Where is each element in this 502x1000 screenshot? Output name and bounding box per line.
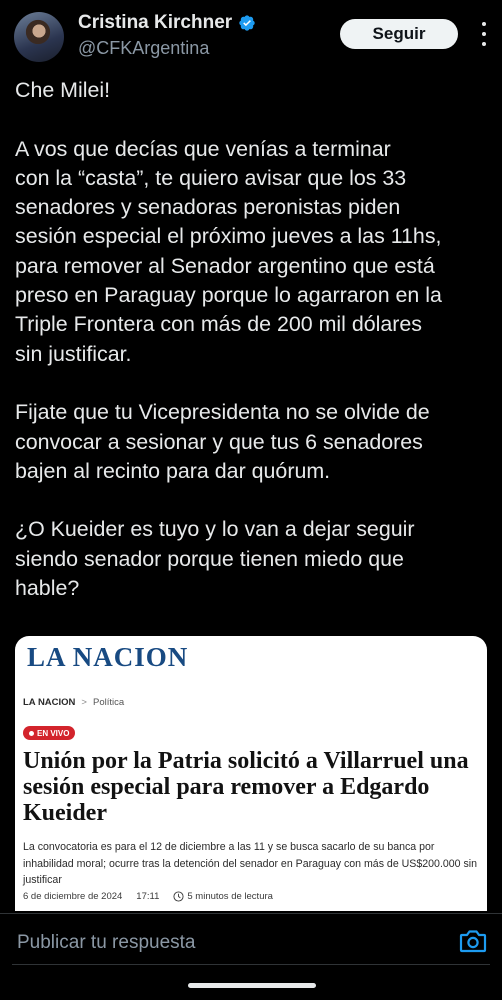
- tweet-paragraph: Che Milei!: [15, 78, 111, 102]
- breadcrumb-section: Política: [92, 697, 125, 708]
- live-badge: EN VIVO: [23, 726, 76, 740]
- article-time: 17:11: [136, 891, 160, 902]
- divider: [12, 964, 490, 965]
- reading-time-label: 5 minutos de lectura: [187, 891, 273, 902]
- follow-button[interactable]: Seguir: [340, 19, 458, 49]
- author-handle[interactable]: @CFKArgentina: [78, 38, 209, 59]
- breadcrumb-root: LA NACION: [23, 697, 76, 708]
- reading-time: 5 minutos de lectura: [173, 891, 273, 902]
- author-name-row: Cristina Kirchner: [78, 12, 256, 34]
- la-nacion-logo: LA NACION: [27, 642, 189, 672]
- home-indicator: [188, 983, 316, 988]
- camera-icon[interactable]: [459, 928, 487, 954]
- live-dot-icon: [29, 730, 34, 736]
- article-summary: La convocatoria es para el 12 de diciemb…: [23, 841, 478, 886]
- avatar[interactable]: [14, 12, 64, 62]
- more-options-icon[interactable]: [474, 22, 494, 46]
- live-label: EN VIVO: [37, 728, 70, 738]
- verified-badge-icon: [239, 15, 255, 31]
- article-headline: Unión por la Patria solicitó a Villarrue…: [23, 748, 469, 826]
- article-meta: 6 de diciembre de 2024 17:11 5 minutos d…: [23, 891, 273, 902]
- link-preview-card[interactable]: LA NACION LA NACION > Política EN VIVO U…: [15, 636, 487, 911]
- reply-input[interactable]: [15, 927, 439, 959]
- tweet-paragraph: Fijate que tu Vicepresidenta no se olvid…: [15, 400, 430, 483]
- article-date: 6 de diciembre de 2024: [23, 891, 123, 902]
- tweet-paragraph: A vos que decías que venías a terminar c…: [15, 136, 442, 366]
- tweet-paragraph: ¿O Kueider es tuyo y lo van a dejar segu…: [15, 517, 415, 601]
- divider: [0, 913, 502, 914]
- breadcrumb: LA NACION > Política: [23, 697, 124, 708]
- tweet-header: Cristina Kirchner @CFKArgentina Seguir: [0, 0, 502, 72]
- clock-icon: [173, 891, 184, 902]
- tweet-text: Che Milei! A vos que decías que venías a…: [15, 76, 495, 603]
- breadcrumb-separator: >: [81, 697, 87, 708]
- author-name[interactable]: Cristina Kirchner: [78, 12, 232, 34]
